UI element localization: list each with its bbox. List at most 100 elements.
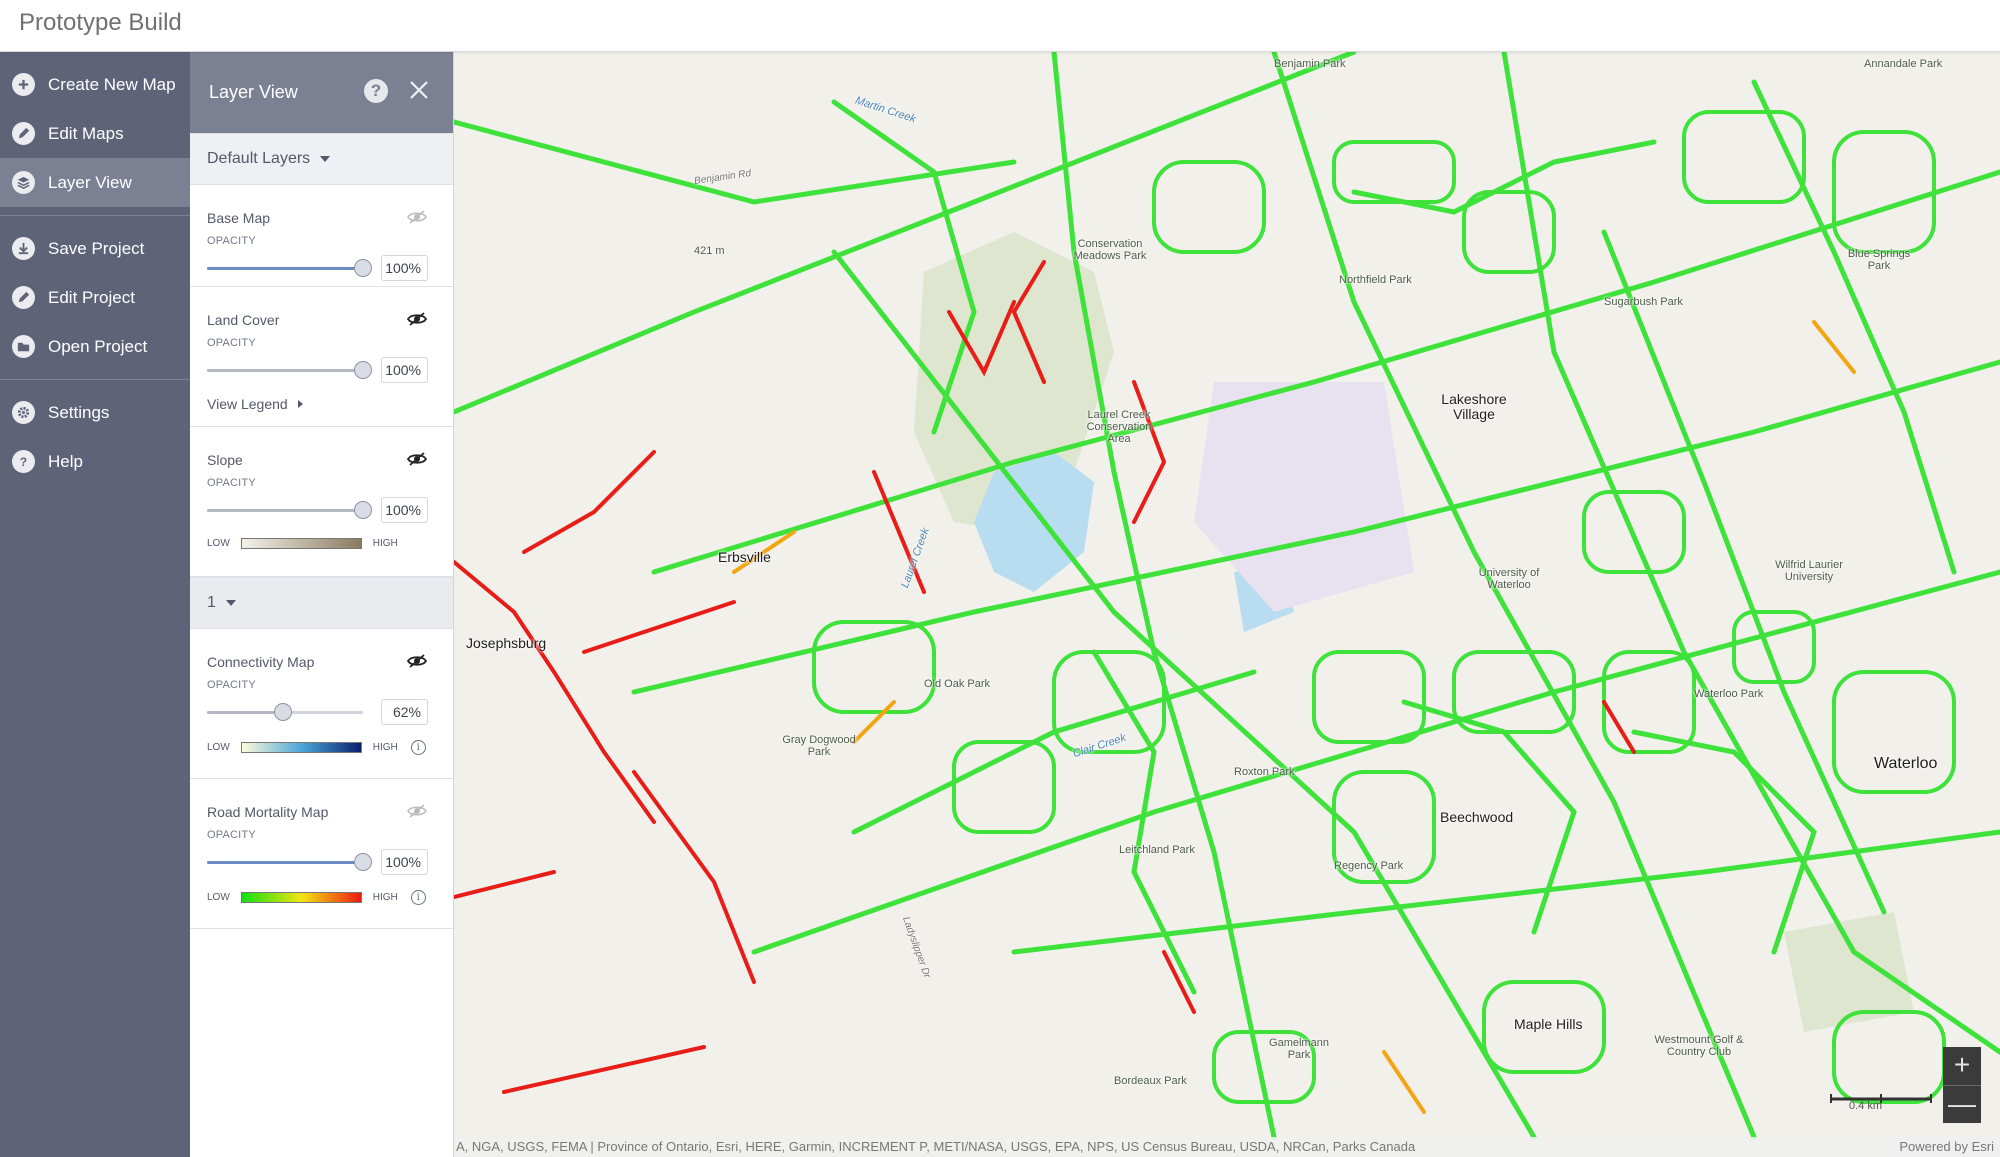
opacity-label: OPACITY <box>207 477 256 489</box>
opacity-input[interactable]: 62% <box>381 699 428 725</box>
layer-road-mortality: Road Mortality Map OPACITY 100% LOW HIGH… <box>190 779 453 929</box>
place-label: University of Waterloo <box>1478 567 1540 592</box>
slider-thumb[interactable] <box>354 501 372 519</box>
eye-off-icon[interactable] <box>407 653 427 669</box>
zoom-in-button[interactable]: + <box>1943 1047 1981 1085</box>
road-mortality-legend: LOW HIGH i <box>207 890 426 905</box>
layer-slope: Slope OPACITY 100% LOW HIGH <box>190 427 453 577</box>
zoom-control: + — <box>1943 1047 1981 1123</box>
view-legend-label: View Legend <box>207 396 288 412</box>
opacity-label: OPACITY <box>207 337 256 349</box>
powered-by-esri[interactable]: Powered by Esri <box>1893 1137 1994 1157</box>
layers-icon <box>12 171 35 194</box>
nav-label: Edit Project <box>48 287 135 307</box>
slope-legend: LOW HIGH <box>207 538 398 549</box>
place-label: Conservation Meadows Park <box>1073 238 1147 263</box>
campus-area <box>1194 382 1414 612</box>
question-icon: ? <box>12 450 35 473</box>
place-label: Roxton Park <box>1234 766 1295 778</box>
nav-save-project[interactable]: Save Project <box>0 224 190 273</box>
group-label: Default Layers <box>207 150 311 167</box>
plus-circle-icon <box>12 73 35 96</box>
opacity-label: OPACITY <box>207 829 256 841</box>
chevron-right-icon <box>297 400 303 408</box>
place-label: Beechwood <box>1440 809 1514 825</box>
place-label: Gamelmann Park <box>1269 1037 1329 1062</box>
opacity-input[interactable]: 100% <box>381 255 428 281</box>
map-attribution: A, NGA, USGS, FEMA | Province of Ontario… <box>454 1137 2000 1157</box>
folder-icon <box>12 335 35 358</box>
opacity-input[interactable]: 100% <box>381 357 428 383</box>
place-label: Waterloo Park <box>1694 688 1764 700</box>
nav-layer-view[interactable]: Layer View <box>0 158 190 207</box>
place-label: Annandale Park <box>1864 58 1943 70</box>
opacity-slider[interactable] <box>207 703 363 721</box>
layer-name: Road Mortality Map <box>207 804 329 820</box>
app-title: Prototype Build <box>19 9 182 36</box>
slider-thumb[interactable] <box>274 703 293 721</box>
group-1-dropdown[interactable]: 1 <box>190 577 453 629</box>
help-icon[interactable]: ? <box>364 79 388 103</box>
opacity-input[interactable]: 100% <box>381 497 428 523</box>
caret-down-icon <box>320 156 331 162</box>
nav-open-project[interactable]: Open Project <box>0 322 190 371</box>
opacity-slider[interactable] <box>207 501 372 519</box>
place-label: Gray Dogwood Park <box>782 734 856 759</box>
map-view[interactable]: Benjamin Park Annandale Park Martin Cree… <box>454 52 2000 1157</box>
slider-fill <box>207 861 363 864</box>
eye-off-icon[interactable] <box>407 451 427 467</box>
connectivity-gradient <box>240 742 362 753</box>
layer-panel: Layer View ? Default Layers Base Map OPA… <box>190 52 454 1157</box>
nav-label: Create New Map <box>48 74 176 94</box>
road-mortality-gradient <box>240 892 362 903</box>
road-mortality-layer <box>454 52 2000 1140</box>
place-label: Sugarbush Park <box>1604 296 1683 308</box>
legend-low: LOW <box>207 538 230 549</box>
nav-edit-maps[interactable]: Edit Maps <box>0 109 190 158</box>
sidebar-nav: Create New Map Edit Maps Layer View Save… <box>0 52 190 1157</box>
slider-thumb[interactable] <box>354 259 372 277</box>
opacity-label: OPACITY <box>207 235 256 247</box>
place-label: Lakeshore Village <box>1441 391 1507 423</box>
nav-help[interactable]: ? Help <box>0 437 190 486</box>
opacity-label: OPACITY <box>207 679 256 691</box>
pencil-icon <box>12 122 35 145</box>
nav-create-new-map[interactable]: Create New Map <box>0 60 190 109</box>
slider-thumb[interactable] <box>354 853 372 871</box>
opacity-slider[interactable] <box>207 259 372 277</box>
layer-land-cover: Land Cover OPACITY 100% View Legend <box>190 287 453 427</box>
eye-icon[interactable] <box>407 803 427 819</box>
pencil-icon <box>12 286 35 309</box>
eye-icon[interactable] <box>407 209 427 225</box>
scale-label: 0.4 km <box>1849 1100 1883 1112</box>
slider-thumb[interactable] <box>354 361 372 379</box>
close-icon[interactable] <box>408 79 430 101</box>
layer-base-map: Base Map OPACITY 100% <box>190 185 453 287</box>
info-icon[interactable]: i <box>410 740 426 755</box>
layer-name: Base Map <box>207 210 271 226</box>
slope-gradient <box>240 538 362 549</box>
view-legend-link[interactable]: View Legend <box>207 396 303 412</box>
gear-icon <box>12 401 35 424</box>
nav-divider <box>0 215 190 216</box>
legend-high: HIGH <box>372 538 398 549</box>
group-label: 1 <box>207 594 216 611</box>
zoom-out-button[interactable]: — <box>1943 1085 1981 1123</box>
info-icon[interactable]: i <box>410 890 426 905</box>
slider-fill <box>207 509 363 512</box>
download-icon <box>12 237 35 260</box>
eye-off-icon[interactable] <box>407 311 427 327</box>
place-label: Westmount Golf & Country Club <box>1654 1034 1744 1059</box>
nav-edit-project[interactable]: Edit Project <box>0 273 190 322</box>
nav-label: Edit Maps <box>48 123 124 143</box>
opacity-slider[interactable] <box>207 361 372 379</box>
place-label: Northfield Park <box>1339 274 1412 286</box>
title-bar: Prototype Build <box>0 0 2000 52</box>
opacity-input[interactable]: 100% <box>381 849 428 875</box>
place-label: Erbsville <box>718 549 771 565</box>
place-label: Wilfrid Laurier University <box>1775 559 1843 584</box>
nav-label: Layer View <box>48 172 132 192</box>
nav-settings[interactable]: Settings <box>0 388 190 437</box>
opacity-slider[interactable] <box>207 853 372 871</box>
default-layers-dropdown[interactable]: Default Layers <box>190 133 453 185</box>
